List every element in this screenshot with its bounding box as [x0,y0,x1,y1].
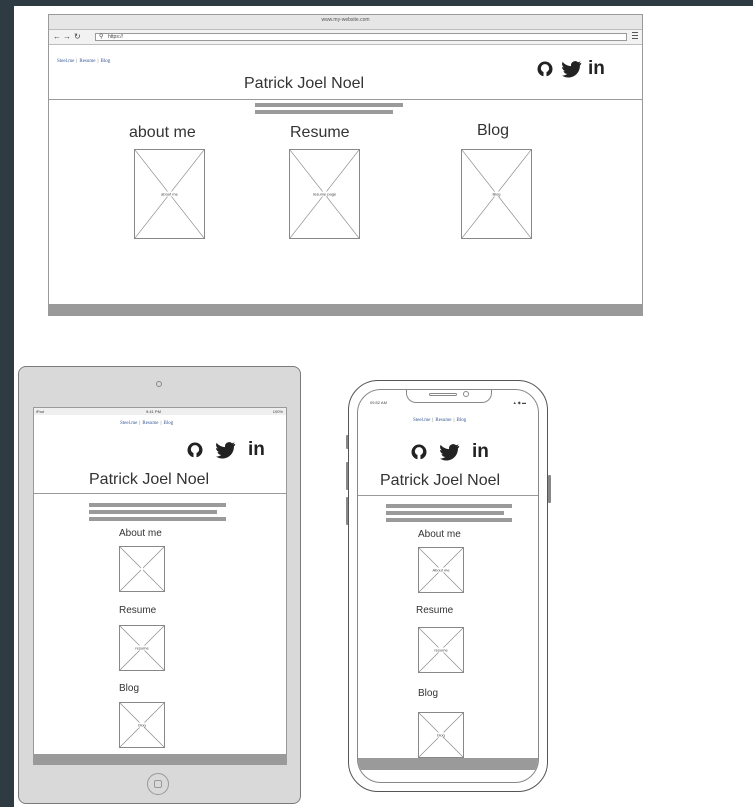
status-bar: iPad 9:41 PM 100% [34,408,286,415]
page-frame-left [0,0,14,807]
image-placeholder-resume[interactable]: resume [119,625,165,671]
hamburger-menu-icon[interactable] [632,32,638,40]
nav-link-about[interactable]: Steel.me [57,59,74,64]
image-placeholder-blog[interactable]: blog [418,712,464,758]
status-time: 9:41 PM [146,409,161,414]
image-placeholder-label: blog [436,732,446,738]
section-heading-blog: Blog [418,688,439,699]
phone-power-button [548,475,551,503]
image-placeholder-label: Blog [491,191,502,197]
image-placeholder-label: About me [431,567,451,573]
image-placeholder-blog[interactable]: Blog [461,149,532,239]
page-title: Patrick Joel Noel [380,472,501,489]
github-icon[interactable] [186,441,204,459]
section-heading-about: About me [418,529,461,540]
nav-link-resume[interactable]: Resume [435,418,451,423]
nav-link-resume[interactable]: Resume [79,59,95,64]
section-heading-about: About me [119,528,162,539]
page-title: Patrick Joel Noel [89,471,210,488]
twitter-icon[interactable] [562,60,582,78]
site-nav: Steel.me | Resume | Blog [413,418,467,423]
page-frame-top [0,0,753,6]
phone-wireframe: 09:52 AM ▲ ◆ ▬ Steel.me | Resume | Blog in P… [348,380,548,792]
text-placeholder-line [89,510,217,514]
page-title: Patrick Joel Noel [244,75,365,92]
section-heading-resume: Resume [119,605,157,616]
address-bar[interactable]: ⚲ https:// [95,33,627,41]
github-icon[interactable] [536,60,554,78]
social-icons: in [536,58,605,80]
back-arrow-icon[interactable]: ← [53,32,61,42]
phone-notch [406,390,492,403]
image-placeholder-label: resume [134,645,150,651]
phone-screen: 09:52 AM ▲ ◆ ▬ Steel.me | Resume | Blog in P… [357,389,539,783]
nav-link-about[interactable]: Steel.me [120,421,137,426]
image-placeholder-about[interactable]: About me [418,547,464,593]
forward-arrow-icon[interactable]: → [63,32,71,42]
social-icons: in [186,439,265,461]
nav-link-blog[interactable]: Blog [101,59,111,64]
image-placeholder-blog[interactable]: blog [119,702,165,748]
image-placeholder-resume[interactable]: resume [418,627,464,673]
image-placeholder-label: about me [160,191,179,197]
text-placeholder-line [89,517,226,521]
desktop-browser-wireframe: www.my-website.com ← → ↻ ⚲ https:// Stee… [48,14,643,316]
status-time: 09:52 AM [370,400,387,405]
text-placeholder-line [386,504,512,508]
image-placeholder-about[interactable]: about me [134,149,205,239]
section-heading-blog: Blog [119,683,140,694]
status-icons: ▲ ◆ ▬ [512,400,526,405]
nav-link-about[interactable]: Steel.me [413,418,430,423]
section-heading-resume: Resume [416,605,454,616]
footer-bar [34,754,286,764]
speaker-icon [429,393,457,396]
image-placeholder-label [141,566,143,572]
reload-icon[interactable]: ↻ [74,32,81,42]
section-heading-about: about me [129,124,196,141]
image-placeholder-label: resume page [311,191,338,197]
linkedin-icon[interactable]: in [472,441,489,463]
image-placeholder-about[interactable] [119,546,165,592]
footer-bar [358,758,538,770]
browser-window-title: www.my-website.com [321,17,370,23]
nav-link-blog[interactable]: Blog [164,421,174,426]
header-divider [358,495,538,496]
section-heading-blog: Blog [477,122,510,139]
twitter-icon[interactable] [216,441,236,459]
text-placeholder-line [89,503,226,507]
linkedin-icon[interactable]: in [248,439,265,461]
search-icon: ⚲ [99,34,104,40]
text-placeholder-line [386,518,512,522]
camera-icon [156,381,162,387]
site-nav: Steel.me | Resume | Blog [57,59,111,64]
address-text: https:// [108,34,124,40]
browser-toolbar: ← → ↻ ⚲ https:// [49,30,642,45]
nav-link-resume[interactable]: Resume [142,421,158,426]
image-placeholder-resume[interactable]: resume page [289,149,360,239]
text-placeholder-line [255,110,393,114]
header-divider [34,493,286,494]
footer-bar [49,304,642,315]
status-battery: 100% [272,409,283,414]
camera-icon [463,391,469,397]
tablet-wireframe: iPad 9:41 PM 100% Steel.me | Resume | Blog i… [18,366,301,804]
social-icons: in [410,441,489,463]
tablet-screen: iPad 9:41 PM 100% Steel.me | Resume | Blog i… [33,407,287,765]
image-placeholder-label: resume [433,647,449,653]
github-icon[interactable] [410,443,428,461]
image-placeholder-label: blog [137,722,147,728]
text-placeholder-line [255,103,403,107]
site-nav: Steel.me | Resume | Blog [120,421,174,426]
header-divider [49,99,642,100]
text-placeholder-line [386,511,504,515]
linkedin-icon[interactable]: in [588,58,605,80]
home-button[interactable] [147,773,169,795]
browser-titlebar: www.my-website.com [49,15,642,30]
nav-link-blog[interactable]: Blog [457,418,467,423]
twitter-icon[interactable] [440,443,460,461]
status-device: iPad [36,409,45,414]
section-heading-resume: Resume [290,124,350,141]
